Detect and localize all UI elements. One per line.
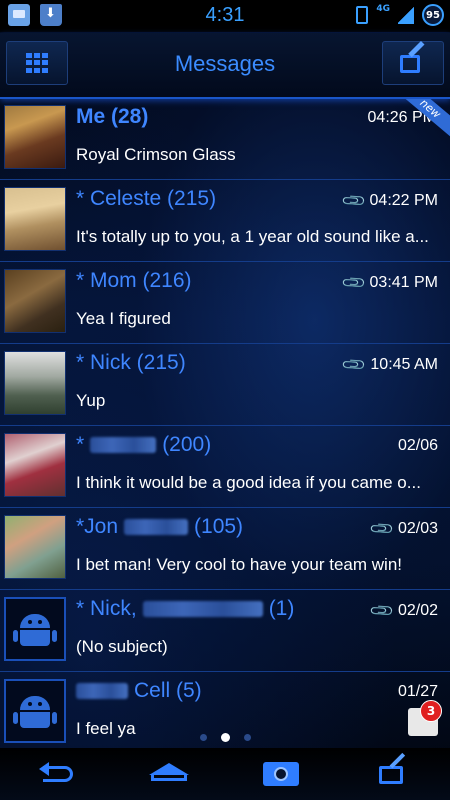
conversation-row[interactable]: *Jon (105) 📎 02/03 I bet man! Very cool t… [0, 509, 450, 590]
message-time: 📎 02/03 [369, 516, 438, 542]
contact-name-count: (1) [268, 597, 295, 620]
contact-name-count: (105) [194, 515, 244, 538]
conversation-row[interactable]: * (200) 02/06 I think it would be a good … [0, 427, 450, 508]
avatar [4, 105, 66, 169]
attachment-icon: 📎 [341, 352, 368, 379]
attachment-icon: 📎 [369, 516, 396, 543]
attachment-icon: 📎 [340, 188, 367, 215]
message-time-text: 10:45 AM [370, 356, 438, 373]
compose-button[interactable] [382, 41, 444, 85]
conversation-row[interactable]: * Nick (215) 📎 10:45 AM Yup [0, 345, 450, 426]
avatar [4, 187, 66, 251]
avatar [4, 433, 66, 497]
contact-name: * Celeste (215) [76, 187, 217, 210]
message-snippet: Yea I figured [76, 309, 171, 328]
android-robot-icon [13, 612, 57, 646]
conversation-row[interactable]: * Nick, (1) 📎 02/02 (No subject) [0, 591, 450, 672]
avatar [4, 269, 66, 333]
compose-nav-button[interactable] [364, 752, 424, 794]
page-indicator [0, 733, 450, 742]
message-time-text: 03:41 PM [369, 274, 438, 291]
message-time-text: 02/06 [397, 437, 438, 454]
redacted-name [76, 683, 128, 700]
conversation-row[interactable]: * Mom (216) 📎 03:41 PM Yea I figured [0, 263, 450, 344]
contact-name: * Nick, (1) [76, 597, 294, 621]
redacted-name [142, 601, 263, 618]
message-snippet: It's totally up to you, a 1 year old sou… [76, 227, 429, 246]
contact-name-prefix: * [76, 433, 85, 456]
message-snippet: Royal Crimson Glass [76, 145, 236, 164]
contact-name-count: (200) [162, 433, 212, 456]
contact-name: *Jon (105) [76, 515, 243, 539]
signal-icon [398, 6, 414, 24]
message-snippet: (No subject) [76, 637, 168, 656]
back-button[interactable] [26, 754, 86, 794]
message-time: 02/06 [398, 437, 438, 455]
app-header: Messages [0, 33, 450, 99]
message-snippet: I bet man! Very cool to have your team w… [76, 555, 402, 574]
avatar [4, 515, 66, 579]
contact-name: * Mom (216) [76, 269, 192, 292]
contact-name: Cell (5) [76, 679, 202, 703]
message-time-text: 02/02 [397, 602, 438, 619]
compose-icon [400, 41, 426, 75]
contact-name-prefix: *Jon [76, 515, 119, 538]
conversation-row[interactable]: * Celeste (215) 📎 04:22 PM It's totally … [0, 181, 450, 262]
message-time-text: 01/27 [397, 683, 438, 700]
screenshot-button[interactable] [251, 754, 311, 794]
avatar [4, 597, 66, 661]
screenshot-icon [263, 762, 300, 786]
message-time: 📎 03:41 PM [341, 270, 438, 296]
home-button[interactable] [139, 754, 199, 794]
message-snippet: I think it would be a good idea if you c… [76, 473, 421, 492]
notification-count-badge: 3 [420, 700, 442, 722]
back-icon [39, 762, 74, 784]
message-time-text: 04:22 PM [369, 192, 438, 209]
message-snippet: Yup [76, 391, 106, 410]
redacted-name [90, 437, 157, 454]
attachment-icon: 📎 [369, 598, 396, 625]
message-time: 01/27 [398, 683, 438, 701]
contact-name: Me (28) [76, 105, 149, 128]
message-time-text: 02/03 [397, 520, 438, 537]
message-time: 📎 02/02 [369, 598, 438, 624]
compose-icon [378, 752, 409, 786]
page-dot[interactable] [243, 734, 251, 741]
navigation-bar [0, 748, 450, 800]
android-robot-icon [13, 694, 57, 728]
attachment-icon: 📎 [340, 270, 367, 297]
conversation-row[interactable]: Me (28) 04:26 PM Royal Crimson Glass new [0, 99, 450, 180]
contact-name: * Nick (215) [76, 351, 186, 374]
message-time: 📎 04:22 PM [341, 188, 438, 214]
status-bar: 4:31 4G 95 [0, 0, 450, 32]
battery-icon: 95 [422, 4, 444, 26]
redacted-name [124, 519, 189, 536]
page-dot-active[interactable] [220, 733, 230, 742]
contact-name-prefix: * Nick, [76, 597, 137, 620]
page-dot[interactable] [199, 734, 207, 741]
network-type: 4G [376, 4, 390, 14]
contact-name-count: Cell (5) [134, 679, 202, 702]
contact-name: * (200) [76, 433, 211, 457]
home-icon [148, 763, 189, 785]
vibrate-icon [356, 6, 369, 24]
message-time: 📎 10:45 AM [342, 352, 438, 378]
avatar [4, 351, 66, 415]
